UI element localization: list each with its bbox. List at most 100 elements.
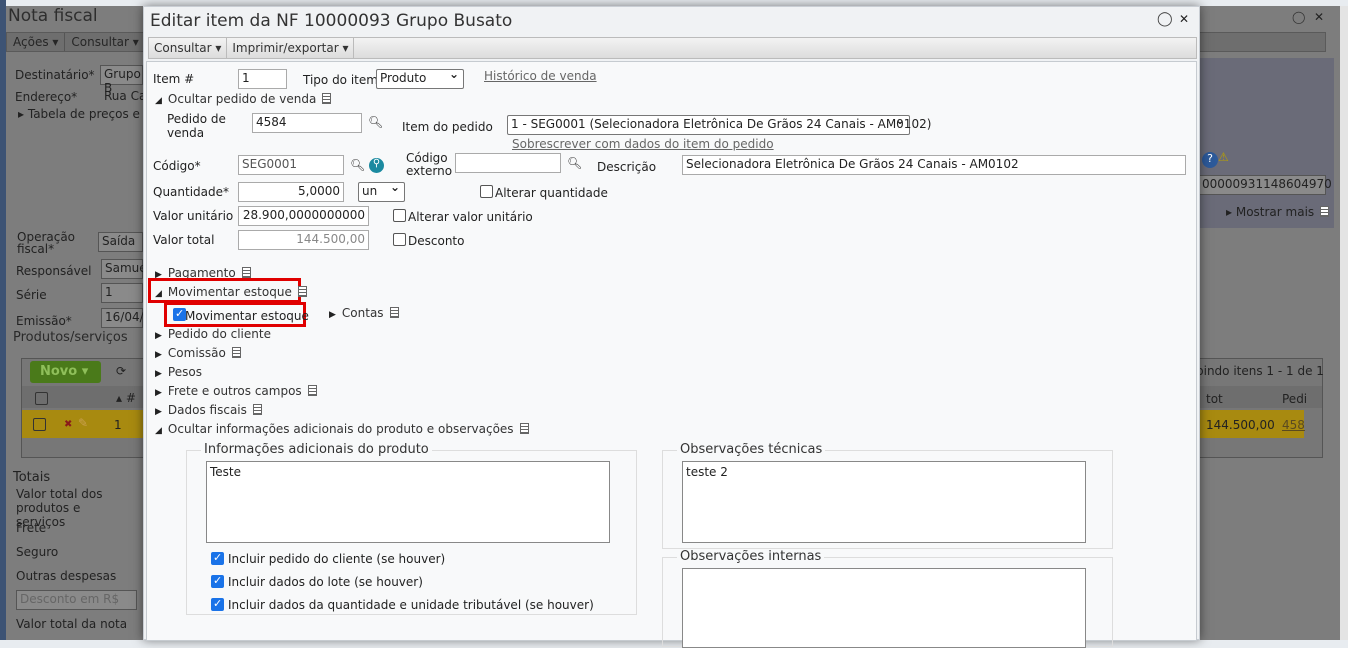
menu-consultar[interactable]: Consultar ▾ [149,38,228,58]
help-icon[interactable]: ? [1202,152,1218,168]
novo-button[interactable]: Novo ▾ [30,361,101,383]
incluir-quantidade-label: Incluir dados da quantidade e unidade tr… [228,598,594,612]
doc-icon [231,347,241,358]
historico-link[interactable]: Histórico de venda [484,69,597,83]
col-num[interactable]: ▴ # [116,391,136,405]
page-scrollbar[interactable] [1340,6,1348,640]
background-panel [1190,58,1334,228]
menu-consultar[interactable]: Consultar ▾ [65,33,146,51]
info-adicionais-fieldset: Informações adicionais do produto Teste … [186,442,637,615]
desconto-checkbox[interactable] [393,233,406,246]
valor-total-nota: Valor total da nota [16,617,128,631]
col-total[interactable]: tot [1206,392,1223,406]
tipo-label: Tipo do item [303,73,378,87]
doc-icon [297,286,307,297]
dialog-menu: Consultar ▾ Imprimir/exportar ▾ [148,37,1197,59]
doc-icon [252,404,262,415]
obs-internas-legend: Observações internas [677,549,825,564]
obs-tecnicas-fieldset: Observações técnicas teste 2 [662,442,1113,549]
refresh-icon[interactable]: ⟳ [116,364,126,378]
comissao-toggle[interactable]: ▶ Comissão [155,346,241,360]
alterar-quantidade-checkbox[interactable] [480,185,493,198]
ocultar-info-toggle[interactable]: ◢ Ocultar informações adicionais do produ… [155,422,529,436]
info-adicionais-legend: Informações adicionais do produto [201,442,432,457]
tipo-select[interactable]: Produto [376,67,464,89]
ocultar-pedido-toggle[interactable]: ◢ Ocultar pedido de venda [155,92,332,106]
unidade-select[interactable]: un [358,180,405,202]
desconto-label: Desconto [408,234,465,248]
col-pedido[interactable]: Pedi [1282,392,1307,406]
doc-icon [519,423,529,434]
incluir-quantidade-checkbox[interactable] [211,597,224,611]
search-icon[interactable]: 🔍︎ [350,158,365,172]
incluir-lote-label: Incluir dados do lote (se houver) [228,575,423,589]
frete-toggle[interactable]: ▶ Frete e outros campos [155,384,317,398]
pedido-label: Pedido de venda [167,112,226,140]
warning-icon[interactable]: ⚠ [1218,150,1229,164]
quantidade-label: Quantidade* [153,185,230,199]
dados-fiscais-toggle[interactable]: ▶ Dados fiscais [155,403,262,417]
menu-acoes[interactable]: Ações ▾ [7,33,66,51]
pedido-field[interactable]: 4584 [252,113,362,133]
dialog-title: Editar item da NF 10000093 Grupo Busato [150,11,513,31]
menu-imprimir-exportar[interactable]: Imprimir/exportar ▾ [227,38,355,58]
obs-internas-fieldset: Observações internas [662,549,1113,648]
produtos-title: Produtos/serviços [13,330,128,345]
info-adicionais-textarea[interactable]: Teste [206,461,610,543]
valor-unitario-field[interactable]: 28.900,0000000000 [238,206,369,226]
valor-unitario-label: Valor unitário [153,209,234,223]
endereco-label: Endereço* [15,90,78,104]
responsavel-field[interactable]: Samuel [101,259,150,279]
operacao-field[interactable]: Saída [98,232,143,252]
serie-field[interactable]: 1 [101,283,143,303]
item-pedido-label: Item do pedido [402,120,493,134]
edit-icon[interactable]: ✎ [78,416,88,430]
codigo-externo-field[interactable] [455,153,561,173]
alterar-valor-unitario-checkbox[interactable] [393,209,406,222]
movimentar-estoque-toggle[interactable]: ◢ Movimentar estoque [155,285,307,299]
codigo-field[interactable]: SEG0001 [238,155,344,175]
contas-toggle[interactable]: ▶ Contas [329,306,399,320]
pedido-cliente-toggle[interactable]: ▶ Pedido do cliente [155,327,271,341]
mostrar-mais[interactable]: ▸ Mostrar mais [1226,205,1330,219]
totais-outras: Outras despesas [16,569,117,583]
sobrescrever-link[interactable]: Sobrescrever com dados do item do pedido [512,137,774,151]
descricao-label: Descrição [597,160,657,174]
obs-internas-textarea[interactable] [682,568,1086,648]
totais-seguro: Seguro [16,545,59,559]
descricao-field[interactable]: Selecionadora Eletrônica De Grãos 24 Can… [682,155,1186,175]
mostrar-mais-label: Mostrar mais [1235,205,1315,219]
chat-icon[interactable]: ◯ [1292,10,1305,24]
desconto-select[interactable]: Desconto em R$ [16,590,137,610]
serie-label: Série [16,288,47,302]
valor-total-label: Valor total [153,233,215,247]
valor-total-field[interactable]: 144.500,00 [238,230,369,250]
incluir-pedido-checkbox[interactable] [211,551,224,565]
doc-icon [241,267,251,278]
row-num: 1 [114,418,122,432]
lookup-icon[interactable]: ⚲ [369,158,384,173]
search-icon[interactable]: 🔍︎ [567,156,582,170]
row-pedido-link[interactable]: 458 [1282,418,1305,432]
movimentar-estoque-label: Movimentar estoque [185,309,309,323]
chat-icon[interactable]: ◯ [1157,11,1173,27]
responsavel-label: Responsável [16,264,92,278]
delete-icon[interactable]: ✖ [64,419,72,430]
pesos-toggle[interactable]: ▶ Pesos [155,365,202,379]
close-icon[interactable]: ✕ [1314,10,1324,24]
item-pedido-select[interactable]: 1 - SEG0001 (Selecionadora Eletrônica De… [507,113,931,135]
tabela-precos-toggle[interactable]: ▸ Tabela de preços e re [18,107,156,121]
destinatario-field[interactable]: Grupo B [100,65,143,95]
emissao-field[interactable]: 16/04/2 [101,308,151,328]
incluir-lote-checkbox[interactable] [211,574,224,588]
row-checkbox[interactable] [33,418,46,431]
destinatario-label: Destinatário* [15,68,95,82]
endereco-value: Rua Ca [104,89,147,103]
item-field[interactable]: 1 [238,69,287,89]
search-icon[interactable]: 🔍︎ [368,115,383,129]
chave-field[interactable]: 00000931148604970 [1198,175,1332,195]
obs-tecnicas-textarea[interactable]: teste 2 [682,461,1086,543]
quantidade-field[interactable]: 5,0000 [238,182,344,202]
close-icon[interactable]: ✕ [1179,12,1189,26]
select-all-checkbox[interactable] [35,392,48,405]
